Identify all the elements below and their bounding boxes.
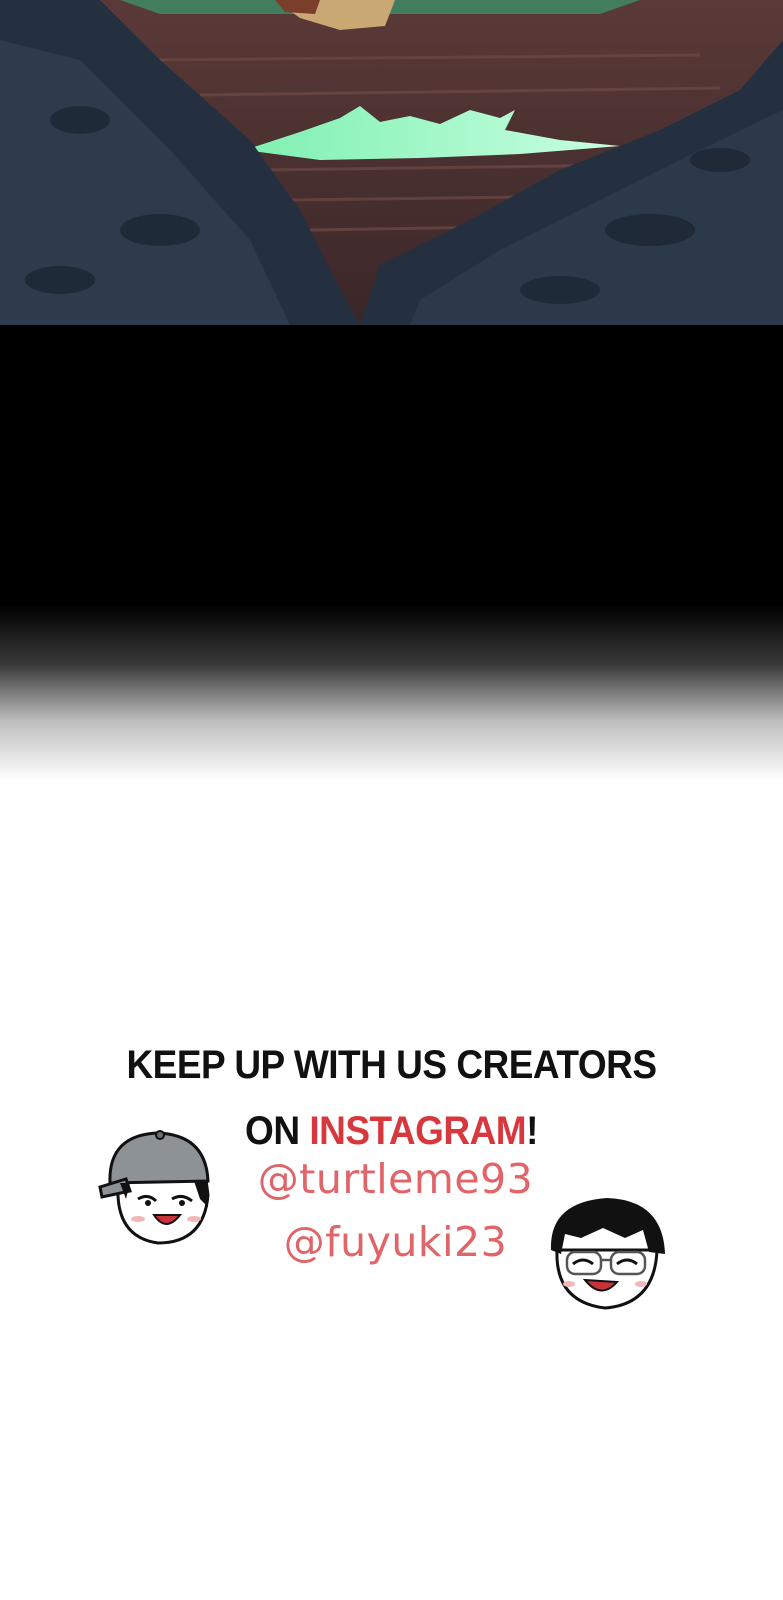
black-fade-transition [0, 325, 783, 780]
promo-headline-suffix: ! [526, 1108, 538, 1153]
comic-scene-illustration [0, 0, 783, 325]
creator-avatar-glasses-icon [550, 1198, 665, 1310]
instagram-highlight: INSTAGRAM [309, 1108, 527, 1153]
promo-headline-line-1: KEEP UP WITH US CREATORS [126, 1042, 657, 1087]
promo-headline-prefix: ON [245, 1108, 310, 1153]
creator-avatar-cap-icon [98, 1130, 210, 1245]
comic-panel-artwork [0, 0, 783, 325]
